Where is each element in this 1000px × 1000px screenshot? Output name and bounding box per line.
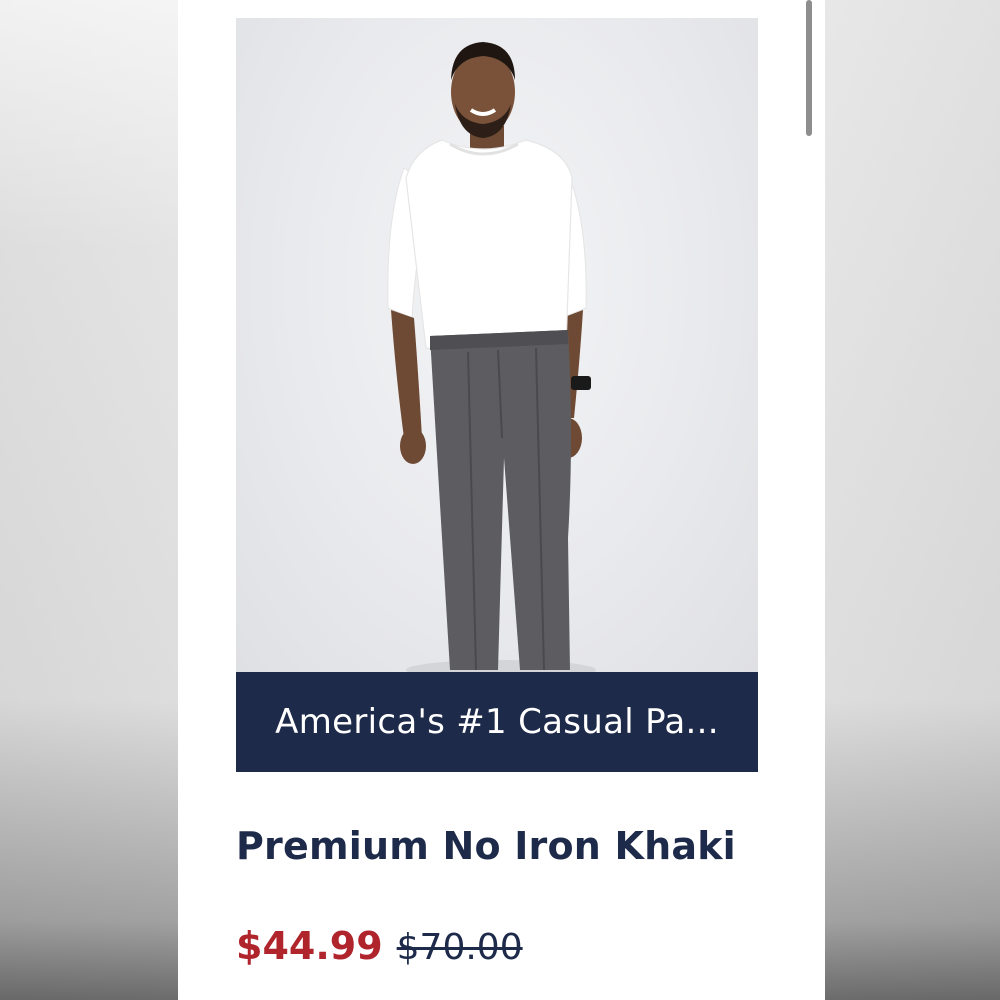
background-blur-right [825,0,1000,1000]
banner-text: America's #1 Casual Pa... [275,702,719,742]
price-row: $44.99 $70.00 [236,924,523,968]
original-price: $70.00 [396,927,523,968]
model-illustration [387,42,596,672]
scrollbar[interactable] [806,0,812,136]
product-banner[interactable]: America's #1 Casual Pa... [236,672,758,772]
background-blur-left [0,0,178,1000]
product-image[interactable] [236,18,758,672]
product-title[interactable]: Premium No Iron Khaki [236,824,796,868]
sale-price: $44.99 [236,924,383,968]
